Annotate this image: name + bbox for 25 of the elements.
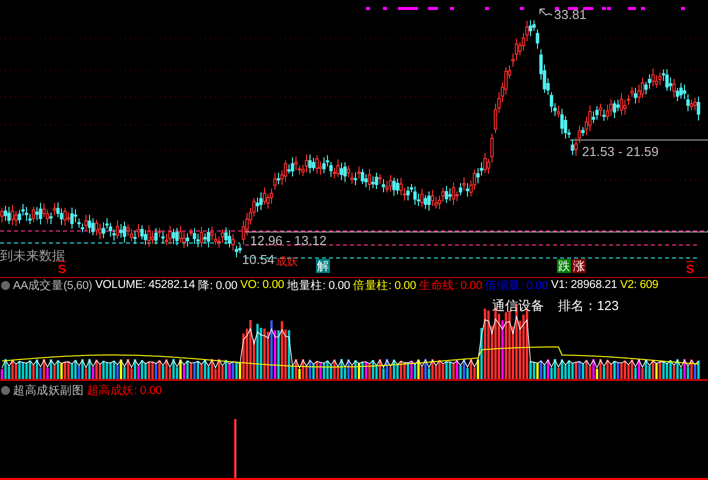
indicator-value: 降: 0.00 <box>198 278 238 292</box>
sell-signal-marker: S <box>686 262 694 276</box>
indicator-name: AA成交量(5,60) <box>13 278 92 292</box>
indicator-value: 地量柱: 0.00 <box>287 278 350 292</box>
indicator-value: V2: 609 <box>620 279 658 291</box>
signal-label: 成妖 <box>276 255 298 269</box>
price-range-label: 21.53 - 21.59 <box>582 144 659 159</box>
indicator-value: 倍缩量: 0.00 <box>485 278 548 292</box>
future-data-label: 到未来数据 <box>0 247 65 264</box>
indicator-value: 生命线: 0.00 <box>419 278 482 292</box>
low-price-label: 10.54 <box>242 252 275 267</box>
industry-label: 通信设备 <box>492 297 544 315</box>
signal-tag: 解 <box>316 259 330 273</box>
indicator-name: 超高成妖副图 <box>13 383 84 398</box>
indicator-value: VO: 0.00 <box>240 279 284 291</box>
price-range-label: 12.96 - 13.12 <box>250 233 327 248</box>
indicator-value: 倍量柱: 0.00 <box>353 278 416 292</box>
indicator-value: VOLUME: 45282.14 <box>95 279 195 291</box>
signal-tag: 跌 <box>557 259 571 273</box>
rank-label: 排名：123 <box>558 297 619 315</box>
signal-tag: 涨 <box>572 259 586 273</box>
indicator-value: 超高成妖: 0.00 <box>86 383 162 398</box>
high-price-label: 33.81 <box>554 7 587 22</box>
sell-signal-marker: S <box>58 262 66 276</box>
indicator-value: V1: 28968.21 <box>551 279 618 291</box>
